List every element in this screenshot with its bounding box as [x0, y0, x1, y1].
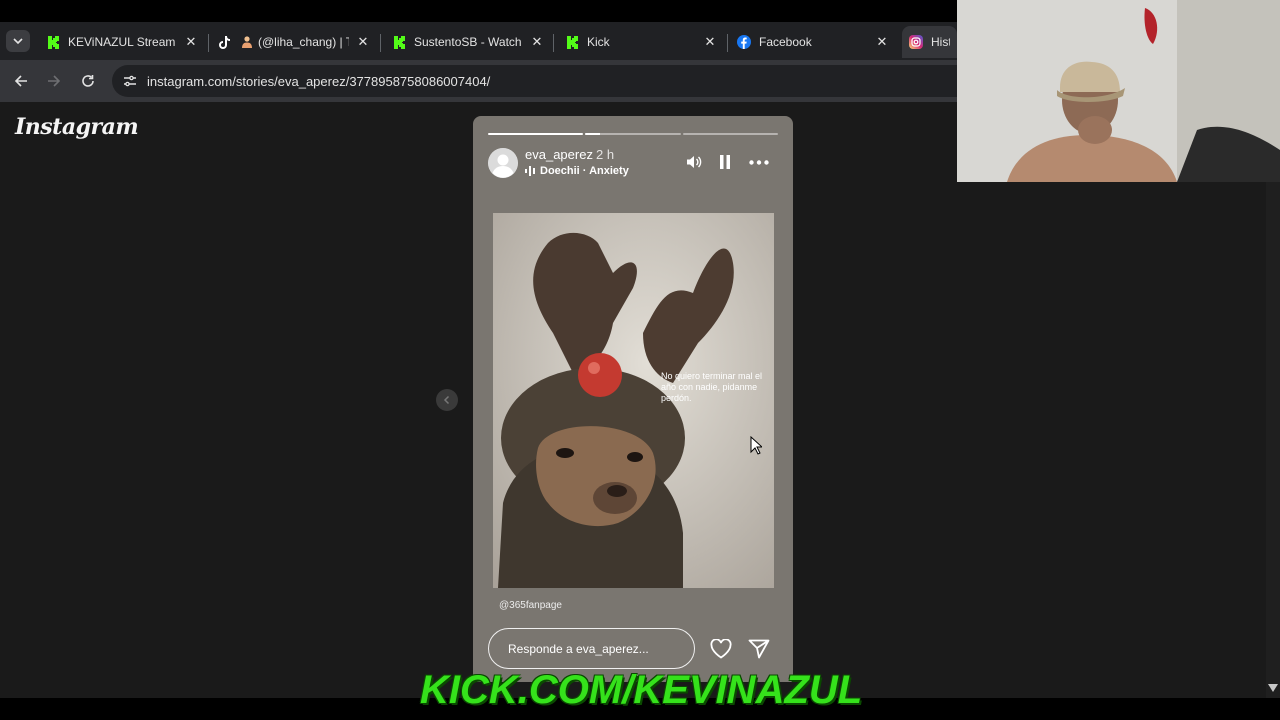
tab-kevinazul[interactable]: KEViNAZUL Stream - ✕ [40, 26, 205, 58]
tab-title: Kick [587, 35, 610, 49]
close-icon[interactable]: ✕ [355, 34, 371, 50]
more-dots-icon [749, 159, 769, 165]
tab-separator [380, 34, 381, 52]
story-header: eva_aperez 2 h Doechii · Anxiety [488, 146, 778, 180]
progress-fill [585, 133, 600, 135]
tab-title: KEViNAZUL Stream - [68, 35, 177, 49]
close-icon[interactable]: ✕ [702, 34, 718, 50]
tab-separator [208, 34, 209, 52]
story-progress-bar [488, 133, 778, 136]
like-button[interactable] [709, 638, 733, 660]
tab-separator [553, 34, 554, 52]
facebook-icon [737, 35, 751, 49]
progress-segment [682, 133, 778, 135]
send-icon [748, 639, 770, 659]
tab-title: Facebook [759, 35, 812, 49]
close-icon[interactable]: ✕ [183, 34, 199, 50]
progress-segment [585, 133, 681, 135]
tab-title: (@liha_chang) | T [258, 35, 349, 49]
tab-facebook[interactable]: Facebook ✕ [731, 26, 896, 58]
story-image-caption: No quiero terminar mal el año con nadie,… [661, 371, 763, 403]
kick-icon [46, 35, 60, 49]
story-time: 2 h [596, 147, 615, 162]
forward-arrow-icon [48, 75, 61, 87]
kick-icon [565, 35, 579, 49]
progress-fill [488, 133, 584, 135]
stream-url-banner: KICK.COM/KEVINAZUL [420, 668, 863, 712]
story-reply-bar [488, 628, 778, 670]
pause-icon [720, 155, 730, 169]
story-image: No quiero terminar mal el año con nadie,… [493, 213, 774, 588]
chevron-down-icon [13, 38, 23, 45]
instagram-icon [909, 35, 923, 49]
webcam-overlay [957, 0, 1280, 182]
more-options-button[interactable] [749, 152, 769, 172]
tab-kick[interactable]: Kick ✕ [559, 26, 724, 58]
address-bar[interactable]: instagram.com/stories/eva_aperez/3778958… [112, 65, 957, 97]
scroll-down-arrow-icon[interactable] [1268, 684, 1278, 692]
screen: KEViNAZUL Stream - ✕ (@liha_chang) | T ✕… [0, 0, 1280, 720]
tab-sustentosb[interactable]: SustentoSB - Watch ✕ [386, 26, 551, 58]
tab-instagram-story[interactable]: Histo [902, 26, 957, 58]
url-text: instagram.com/stories/eva_aperez/3778958… [147, 73, 491, 89]
share-button[interactable] [747, 638, 771, 660]
progress-segment [488, 133, 584, 135]
avatar[interactable] [488, 148, 518, 178]
reload-button[interactable] [77, 70, 99, 92]
back-button[interactable] [10, 70, 32, 92]
audio-bars-icon [525, 166, 535, 176]
streamer-webcam-image [957, 0, 1280, 182]
chevron-left-icon [443, 395, 450, 405]
back-arrow-icon [14, 75, 27, 87]
reply-input[interactable] [488, 628, 695, 669]
tab-bar: KEViNAZUL Stream - ✕ (@liha_chang) | T ✕… [0, 22, 957, 60]
previous-story-button[interactable] [436, 389, 458, 411]
mouse-cursor-icon [750, 436, 762, 455]
close-icon[interactable]: ✕ [874, 34, 890, 50]
forward-button[interactable] [43, 70, 65, 92]
story-viewer[interactable]: eva_aperez 2 h Doechii · Anxiety No quie… [473, 116, 793, 682]
site-settings-icon[interactable] [120, 71, 140, 91]
tab-title: SustentoSB - Watch [414, 35, 522, 49]
page-scrollbar[interactable] [1266, 102, 1280, 698]
heart-icon [710, 639, 732, 659]
person-icon [240, 35, 254, 49]
volume-icon [687, 156, 702, 168]
close-icon[interactable]: ✕ [529, 34, 545, 50]
mute-button[interactable] [684, 152, 704, 172]
story-music[interactable]: Doechii · Anxiety [525, 165, 629, 177]
reload-icon [82, 75, 94, 87]
tab-separator [727, 34, 728, 52]
story-credit[interactable]: @365fanpage [499, 600, 562, 611]
kick-icon [392, 35, 406, 49]
tab-title: Histo [931, 35, 950, 49]
pause-button[interactable] [715, 152, 735, 172]
instagram-logo[interactable]: Instagram [15, 114, 139, 140]
tab-tiktok[interactable]: (@liha_chang) | T ✕ [212, 26, 377, 58]
story-username[interactable]: eva_aperez [525, 147, 593, 162]
tiktok-icon [218, 35, 232, 49]
browser-toolbar: instagram.com/stories/eva_aperez/3778958… [0, 60, 957, 102]
music-label: Doechii · Anxiety [540, 165, 629, 177]
tab-list-button[interactable] [6, 30, 30, 52]
